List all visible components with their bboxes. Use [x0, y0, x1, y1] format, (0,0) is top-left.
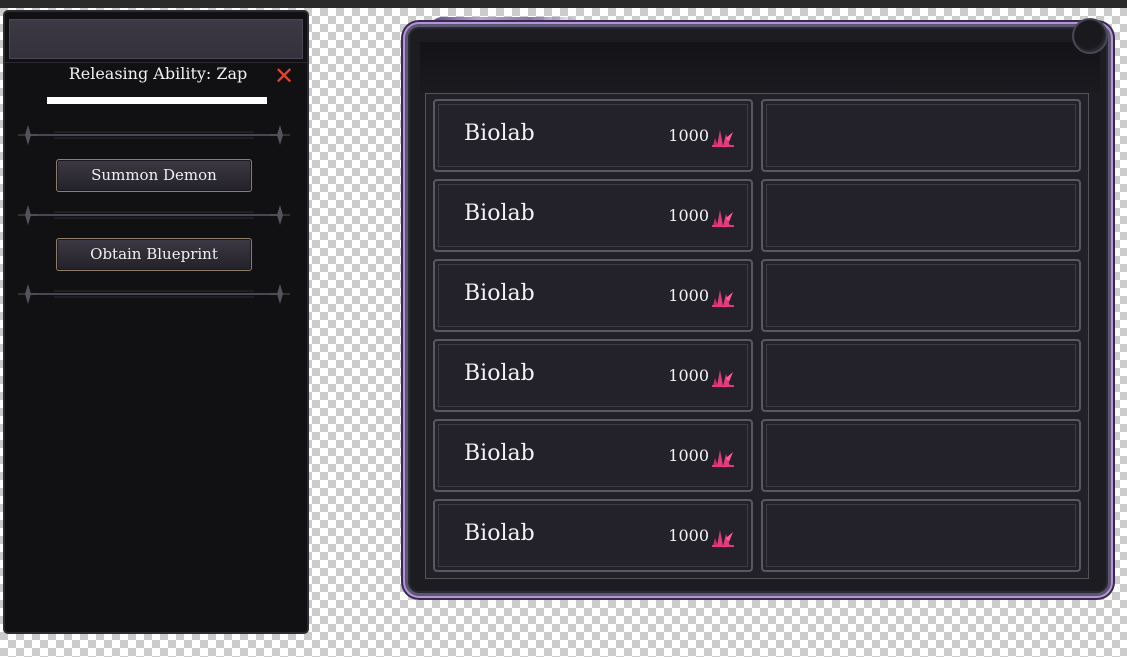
empty-slot — [761, 99, 1081, 172]
ability-progress-bar — [47, 97, 267, 104]
build-item-name: Biolab — [464, 361, 535, 386]
crystal-icon — [712, 370, 734, 387]
build-item-card[interactable]: Biolab 1000 — [433, 499, 753, 572]
empty-slot — [761, 339, 1081, 412]
summon-demon-button[interactable]: Summon Demon — [56, 159, 252, 192]
header-divider — [5, 62, 307, 63]
ornament-divider — [18, 205, 290, 225]
ornament-divider — [18, 125, 290, 145]
build-item-cost: 1000 — [668, 126, 709, 145]
empty-slot — [761, 419, 1081, 492]
build-item-card[interactable]: Biolab 1000 — [433, 339, 753, 412]
ability-title: Releasing Ability: Zap — [68, 64, 248, 83]
build-item-card[interactable]: Biolab 1000 — [433, 419, 753, 492]
build-item-name: Biolab — [464, 201, 535, 226]
crystal-icon — [712, 210, 734, 227]
build-item-cost: 1000 — [668, 366, 709, 385]
crystal-icon — [712, 130, 734, 147]
build-item-name: Biolab — [464, 281, 535, 306]
close-icon[interactable]: ✕ — [272, 64, 296, 88]
build-item-cost: 1000 — [668, 206, 709, 225]
build-item-cost: 1000 — [668, 446, 709, 465]
build-item-name: Biolab — [464, 121, 535, 146]
obtain-blueprint-button[interactable]: Obtain Blueprint — [56, 238, 252, 271]
build-item-cost: 1000 — [668, 526, 709, 545]
build-item-name: Biolab — [464, 521, 535, 546]
build-item-card[interactable]: Biolab 1000 — [433, 259, 753, 332]
build-item-card[interactable]: Biolab 1000 — [433, 179, 753, 252]
crystal-icon — [712, 290, 734, 307]
empty-slot — [761, 179, 1081, 252]
ornament-divider — [18, 284, 290, 304]
build-item-cost: 1000 — [668, 286, 709, 305]
build-panel-header — [420, 42, 1100, 92]
orb-icon — [1072, 18, 1108, 54]
panel-header — [9, 19, 303, 59]
build-item-card[interactable]: Biolab 1000 — [433, 99, 753, 172]
crystal-icon — [712, 530, 734, 547]
crystal-icon — [712, 450, 734, 467]
build-item-name: Biolab — [464, 441, 535, 466]
empty-slot — [761, 259, 1081, 332]
empty-slot — [761, 499, 1081, 572]
top-bar — [0, 0, 1127, 8]
